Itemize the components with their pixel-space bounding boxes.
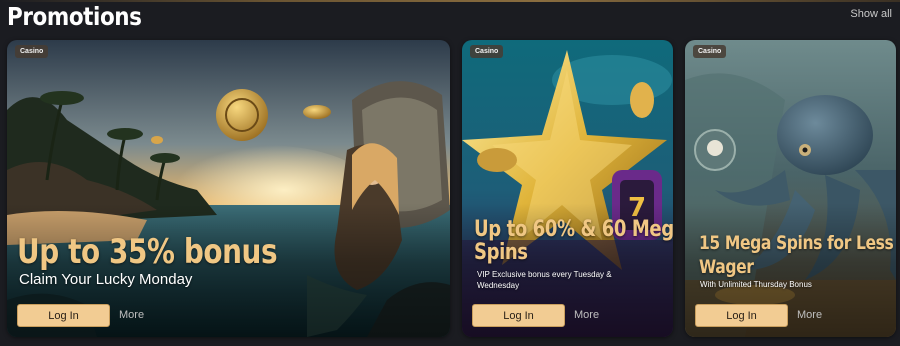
promo-title-line-2: Wager [699, 256, 754, 278]
promo-card-thursday[interactable]: Casino 15 Mega Spins for Less Wager With… [685, 40, 896, 337]
more-link[interactable]: More [119, 309, 144, 321]
promo-card-monday[interactable]: Casino Up to 35% bonus Claim Your Lucky … [7, 40, 450, 337]
login-button[interactable]: Log In [17, 304, 110, 327]
login-button[interactable]: Log In [472, 304, 565, 327]
more-link[interactable]: More [574, 309, 599, 321]
promo-subtitle-line-1: VIP Exclusive bonus every Tuesday & [477, 270, 612, 279]
promo-subtitle: With Unlimited Thursday Bonus [700, 280, 812, 289]
promo-subtitle: Claim Your Lucky Monday [19, 271, 193, 288]
category-badge: Casino [470, 45, 504, 58]
login-button[interactable]: Log In [695, 304, 788, 327]
more-link[interactable]: More [797, 309, 822, 321]
promo-subtitle: VIP Exclusive bonus every Tuesday & Wedn… [477, 269, 612, 291]
promo-title-line-1: Up to 60% & 60 Mega [474, 217, 673, 242]
promo-title-line-1: 15 Mega Spins for Less [699, 232, 894, 254]
category-badge: Casino [15, 45, 49, 58]
promo-card-vip[interactable]: 7 Casino Up to 60% & 60 Mega Spins VIP E… [462, 40, 673, 337]
promo-title: 15 Mega Spins for Less Wager [699, 231, 894, 279]
promo-title: Up to 35% bonus [17, 232, 278, 272]
show-all-link[interactable]: Show all [850, 8, 892, 20]
category-badge: Casino [693, 45, 727, 58]
promo-subtitle-line-2: Wednesday [477, 281, 520, 290]
section-title: Promotions [7, 2, 142, 31]
promo-title-line-2: Spins [474, 240, 528, 265]
promo-title: Up to 60% & 60 Mega Spins [474, 218, 673, 264]
